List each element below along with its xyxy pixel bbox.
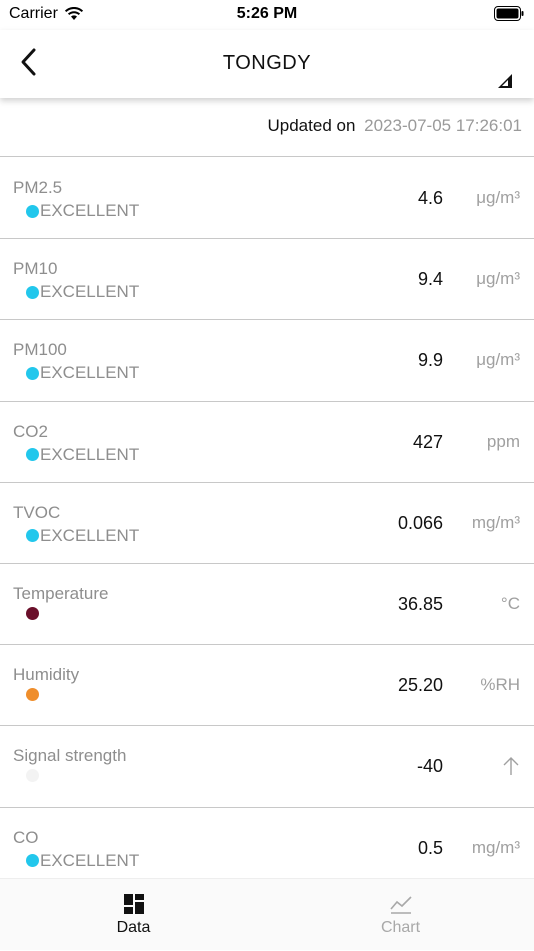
sensor-status [26,688,40,702]
sensor-value: 0.066 [397,512,443,533]
sensor-row-temperature[interactable]: Temperature 36.85 °C [0,564,534,646]
sensor-row-signal-strength[interactable]: Signal strength -40 [0,726,534,808]
sensor-name: Humidity [13,665,80,685]
tab-data[interactable]: Data [0,879,267,951]
status-bar: Carrier 5:26 PM [0,0,534,30]
sensor-status-label: EXCELLENT [40,850,140,870]
chart-icon [389,896,412,914]
sensor-name: CO2 [13,421,48,441]
sensor-row-pm10[interactable]: PM10 EXCELLENT 9.4 μg/m³ [0,239,534,321]
status-time: 5:26 PM [236,5,298,22]
sensor-status [26,606,40,620]
sensor-value: -40 [416,756,443,777]
nav-bar: TONGDY [0,30,534,98]
sensor-status: EXCELLENT [26,526,139,546]
status-dot-icon [26,285,39,299]
status-dot-icon [26,854,39,867]
status-dot-icon [26,366,39,380]
sensor-unit: mg/m³ [471,837,520,857]
status-dot-icon [26,606,39,620]
sensor-status: EXCELLENT [26,851,139,871]
sensor-value: 9.4 [417,269,443,290]
sensor-status: EXCELLENT [26,445,139,465]
sensor-status [26,769,40,783]
sensor-value: 36.85 [397,593,443,614]
sensor-status-label: EXCELLENT [40,282,140,302]
updated-value: 2023-07-05 17:26:01 [364,116,522,135]
sensor-value: 4.6 [417,188,443,208]
sensor-row-pm100[interactable]: PM100 EXCELLENT 9.9 μg/m³ [0,320,534,402]
sensor-name: Temperature [13,583,109,603]
sensor-unit: μg/m³ [476,188,520,207]
signal-triangle-icon [498,74,512,88]
status-dot-icon [26,204,39,218]
battery-icon [494,6,524,21]
tab-chart[interactable]: Chart [267,879,534,951]
sensor-value: 25.20 [397,675,443,696]
sensor-unit: ppm [486,431,520,451]
sensor-row-co[interactable]: CO EXCELLENT 0.5 mg/m³ [0,808,534,889]
sensor-name: PM2.5 [13,178,63,197]
status-dot-icon [26,529,39,543]
status-dot-icon [26,769,39,783]
page-title: TONGDY [222,52,312,74]
updated-timestamp: Updated on 2023-07-05 17:26:01 [0,98,534,157]
sensor-unit: mg/m³ [471,512,520,532]
sensor-unit: °C [500,593,520,613]
status-dot-icon [26,448,39,462]
sensor-row-pm25[interactable]: PM2.5 EXCELLENT 4.6 μg/m³ [0,158,534,240]
sensor-status: EXCELLENT [26,363,139,383]
tab-label: Data [116,919,151,936]
sensor-name: PM100 [13,340,67,360]
sensor-name: CO [13,827,39,847]
updated-label: Updated on [267,116,356,135]
tab-label: Chart [380,919,421,936]
sensor-unit: %RH [480,675,520,695]
sensor-list: PM2.5 EXCELLENT 4.6 μg/m³ PM10 EXCELLENT… [0,158,534,889]
tab-bar: Data Chart [0,878,534,950]
sensor-row-humidity[interactable]: Humidity 25.20 %RH [0,645,534,727]
sensor-status-label: EXCELLENT [40,363,140,383]
sensor-name: Signal strength [13,746,127,766]
sensor-unit: μg/m³ [476,269,520,289]
sensor-status: EXCELLENT [26,201,139,221]
sensor-value: 0.5 [417,837,443,858]
sensor-status: EXCELLENT [26,282,139,302]
sensor-row-tvoc[interactable]: TVOC EXCELLENT 0.066 mg/m³ [0,483,534,564]
sensor-status-label: EXCELLENT [40,525,140,545]
sensor-unit: μg/m³ [476,350,520,370]
dashboard-icon [123,894,144,914]
sensor-name: TVOC [13,502,61,522]
arrow-up-icon [503,757,519,776]
sensor-value: 427 [412,431,443,452]
sensor-name: PM10 [13,259,58,279]
sensor-value: 9.9 [417,350,443,371]
sensor-status-label: EXCELLENT [40,444,140,464]
sensor-status-label: EXCELLENT [40,201,140,220]
sensor-row-co2[interactable]: CO2 EXCELLENT 427 ppm [0,402,534,483]
status-dot-icon [26,688,39,702]
